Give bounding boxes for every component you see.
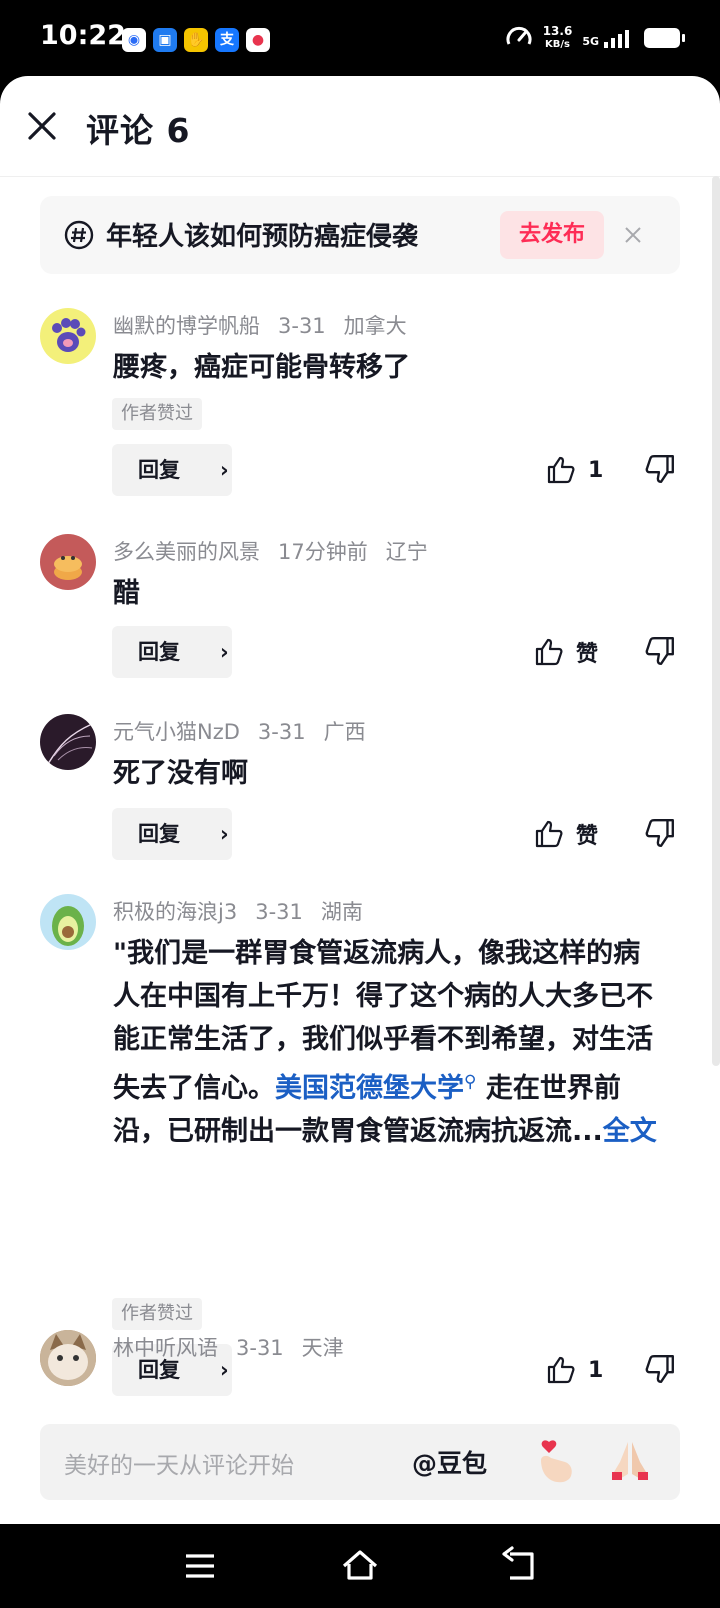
search-icon: ⚲ [464,1072,477,1092]
comment-date: 3-31 [278,314,326,338]
comment-location: 广西 [323,720,366,744]
signal-group: 5G [582,28,634,48]
comment-item: 林中听风语 3-31 天津 [0,1330,720,1400]
like-label: 赞 [576,824,599,849]
home-icon[interactable] [340,1546,380,1586]
hashtag-icon [64,220,94,250]
full-text-link[interactable]: 全文 [603,1116,657,1147]
system-nav-bar [0,1524,720,1608]
publish-button[interactable]: 去发布 [500,211,604,259]
alipay-app-icon: 支 [215,28,239,52]
notification-icons: ◉ ▣ ✋ 支 ● [122,28,270,52]
signal-icon [604,30,629,48]
pancake-avatar-icon [54,556,82,580]
thumbs-up-icon [535,638,563,666]
comment-location: 湖南 [320,900,363,924]
comment-meta: 元气小猫NzD 3-31 广西 [113,716,384,746]
thumbs-down-icon[interactable] [644,635,676,667]
comment-text: 死了没有啊 [113,758,248,789]
feather-avatar-icon [47,723,93,765]
comment-text: 醋 [113,578,140,609]
like-button[interactable]: 赞 [534,634,598,670]
thumbs-up-icon [547,456,575,484]
username[interactable]: 多么美丽的风景 [113,540,260,564]
comment-date: 3-31 [236,1336,284,1360]
thumbs-down-icon[interactable] [644,817,676,849]
paw-avatar-icon [52,318,86,352]
praying-hands-emoji-icon[interactable] [608,1438,652,1484]
dismiss-topic-icon[interactable] [620,222,646,248]
message-app-icon: ▣ [153,28,177,52]
comment-input-placeholder: 美好的一天从评论开始 [64,1453,294,1479]
comment-text: "我们是一群胃食管返流病人，像我这样的病人在中国有上千万！得了这个病的人大多已不… [113,938,657,1147]
avocado-avatar-icon [52,906,84,946]
username[interactable]: 林中听风语 [113,1336,218,1360]
video-app-icon: ● [246,28,270,52]
like-label: 赞 [576,642,599,667]
back-icon[interactable] [500,1546,540,1586]
page-title: 评论 6 [86,111,191,150]
like-button[interactable]: 1 [546,452,603,488]
author-liked-badge: 作者赞过 [112,398,202,430]
thumbs-up-icon [535,820,563,848]
avatar[interactable] [40,714,96,770]
comment-date: 17分钟前 [278,540,368,564]
username[interactable]: 元气小猫NzD [113,720,240,744]
author-liked-badge: 作者赞过 [112,1298,202,1330]
network-speed: 13.6 KB/s [542,24,573,51]
close-icon[interactable] [22,106,62,146]
comment-date: 3-31 [255,900,303,924]
username[interactable]: 积极的海浪j3 [113,900,237,924]
status-bar: 10:22 ◉ ▣ ✋ 支 ● 13.6 KB/s 5G [0,0,720,76]
comment-input[interactable]: 美好的一天从评论开始 @豆包 [40,1424,680,1500]
thumbs-down-icon[interactable] [644,453,676,485]
comment-location: 加拿大 [343,314,407,338]
comment-location: 辽宁 [385,540,428,564]
comment-text: 腰疼，癌症可能骨转移了 [113,352,410,383]
avatar[interactable] [40,1330,96,1386]
topic-text: 年轻人该如何预防癌症侵袭 [106,222,419,252]
topic-banner[interactable]: 年轻人该如何预防癌症侵袭 去发布 [40,196,680,274]
comment-meta: 林中听风语 3-31 天津 [113,1332,362,1362]
hand-app-icon: ✋ [184,28,208,52]
comment-meta: 积极的海浪j3 3-31 湖南 [113,896,381,926]
sheet-header: 评论 6 [0,76,720,177]
mention-doubao-button[interactable]: @豆包 [412,1444,487,1480]
reply-button[interactable]: 回复 › [112,808,232,860]
like-button[interactable]: 赞 [534,816,598,852]
reply-button[interactable]: 回复 › [112,444,232,496]
comment-location: 天津 [301,1336,344,1360]
comment-meta: 幽默的博学帆船 3-31 加拿大 [113,310,425,340]
avatar[interactable] [40,894,96,950]
status-time: 10:22 [40,20,126,51]
username[interactable]: 幽默的博学帆船 [113,314,260,338]
baidu-app-icon: ◉ [122,28,146,52]
speedometer-icon [506,26,532,45]
comment-sheet: 评论 6 年轻人该如何预防癌症侵袭 去发布 幽默的博学帆船 3-31 加拿大 腰… [0,76,720,1524]
search-link[interactable]: 美国范德堡大学 [275,1073,464,1104]
cat-avatar-icon [40,1330,96,1386]
comment-meta: 多么美丽的风景 17分钟前 辽宁 [113,536,446,566]
comment-date: 3-31 [257,720,306,744]
reply-button[interactable]: 回复 › [112,626,232,678]
menu-icon[interactable] [180,1546,220,1586]
finger-heart-emoji-icon[interactable] [533,1438,577,1484]
avatar[interactable] [40,308,96,364]
like-count: 1 [588,457,604,483]
avatar[interactable] [40,534,96,590]
scrollbar[interactable] [712,176,720,1066]
battery-icon [644,28,685,48]
